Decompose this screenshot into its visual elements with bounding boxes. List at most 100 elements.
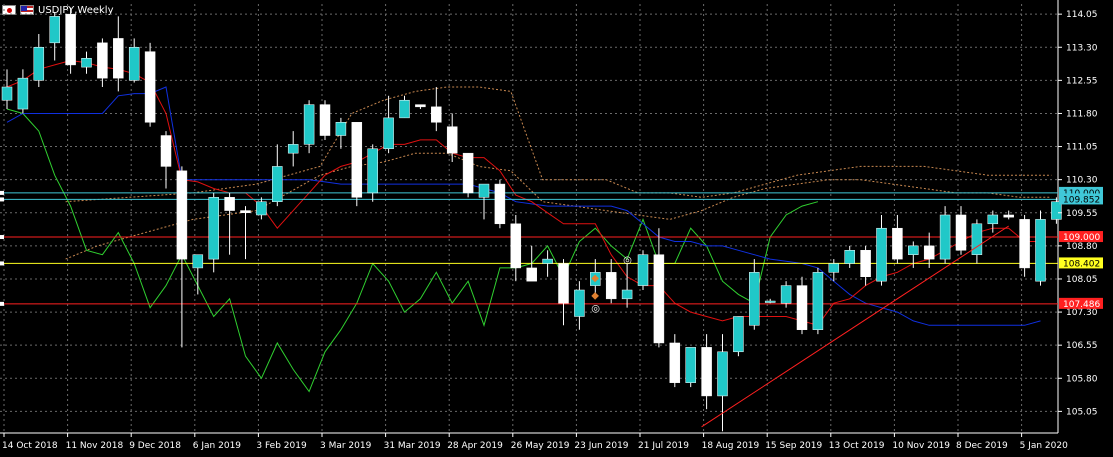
- candle-body: [955, 214, 967, 251]
- time-tick-label: 14 Oct 2018: [2, 441, 58, 451]
- trend-line: [701, 225, 1009, 428]
- price-tick-label: 114.05: [1066, 10, 1098, 20]
- level-anchor: [0, 190, 4, 195]
- signal-marker: ◎: [591, 304, 600, 315]
- candlestick-chart[interactable]: ◆ ◆ ◎ ◎ 114.05 113.30 112.55 111.80 111.05 110.3…: [0, 0, 1113, 457]
- candle-body: [81, 58, 92, 68]
- candle-body: [431, 106, 442, 123]
- price-tick-label: 110.30: [1066, 176, 1098, 186]
- signal-marker: ◆: [591, 290, 599, 301]
- candle-body: [860, 250, 871, 278]
- candle-body: [1, 86, 13, 101]
- signal-marker: ◆: [591, 273, 599, 284]
- candle-body: [176, 170, 188, 260]
- time-tick-label: 8 Dec 2019: [956, 441, 1008, 451]
- time-axis: 14 Oct 2018 11 Nov 2018 9 Dec 2018 6 Jan 20…: [2, 433, 1068, 451]
- time-tick-label: 5 Jan 2020: [1020, 441, 1068, 451]
- candle-body: [192, 254, 204, 269]
- candle-body: [128, 47, 140, 81]
- candle-body: [160, 135, 172, 167]
- time-tick-label: 10 Nov 2019: [892, 441, 950, 451]
- candle-body: [939, 214, 951, 260]
- candle-body: [494, 183, 506, 225]
- level-price-label: 109.000: [1063, 233, 1100, 243]
- time-tick-label: 15 Sep 2019: [765, 441, 822, 451]
- candle-body: [621, 289, 633, 300]
- level-anchor: [0, 301, 4, 306]
- candle-body: [892, 227, 903, 260]
- candle-body: [1019, 219, 1030, 269]
- candle-body: [733, 316, 744, 353]
- candle-body: [399, 99, 410, 119]
- candle-body: [844, 250, 855, 264]
- time-tick-label: 13 Oct 2019: [829, 441, 885, 451]
- senkou-span-b: [65, 86, 1052, 203]
- candle-body: [1035, 219, 1046, 282]
- level-price-label: 107.486: [1063, 300, 1100, 310]
- candle-body: [33, 47, 45, 81]
- candle-body: [971, 223, 983, 255]
- candle-body: [113, 38, 124, 79]
- candles: [1, 7, 1062, 432]
- candle-body: [446, 126, 458, 154]
- candle-body: [749, 272, 760, 326]
- candle-body: [764, 300, 776, 303]
- time-tick-label: 31 Mar 2019: [384, 441, 441, 451]
- price-tick-label: 112.55: [1066, 76, 1098, 86]
- candle-body: [303, 104, 315, 145]
- time-tick-label: 3 Feb 2019: [256, 441, 307, 451]
- candle-body: [558, 263, 569, 304]
- trend-lines: [701, 225, 1009, 428]
- price-tick-label: 113.30: [1066, 43, 1098, 53]
- time-tick-label: 3 Mar 2019: [320, 441, 372, 451]
- candle-body: [701, 347, 712, 397]
- signal-marker: ◎: [623, 255, 632, 266]
- candle-body: [319, 104, 331, 136]
- candle-body: [49, 16, 60, 44]
- time-tick-label: 23 Jun 2019: [574, 441, 628, 451]
- time-tick-label: 26 May 2019: [511, 441, 570, 451]
- candle-body: [272, 166, 283, 202]
- price-tick-label: 106.55: [1066, 341, 1098, 351]
- candle-body: [256, 201, 267, 216]
- price-tick-label: 111.80: [1066, 109, 1098, 119]
- candle-body: [415, 104, 426, 108]
- candle-body: [17, 77, 29, 110]
- price-tick-label: 108.05: [1066, 275, 1098, 285]
- candle-body: [383, 117, 394, 150]
- candle-body: [478, 183, 490, 198]
- time-tick-label: 6 Jan 2019: [193, 441, 241, 451]
- candle-body: [812, 272, 824, 330]
- time-tick-label: 21 Jul 2019: [638, 441, 689, 451]
- candle-body: [144, 51, 156, 123]
- candle-body: [1003, 214, 1014, 218]
- candle-body: [574, 289, 585, 317]
- candle-body: [208, 197, 219, 260]
- candle-body: [717, 351, 728, 397]
- price-tick-label: 111.05: [1066, 143, 1098, 153]
- price-tick-label: 105.05: [1066, 407, 1098, 417]
- price-axis: 114.05 113.30 112.55 111.80 111.05 110.30 109.…: [1058, 10, 1103, 417]
- time-tick-label: 28 Apr 2019: [447, 441, 503, 451]
- time-tick-label: 18 Aug 2019: [702, 441, 760, 451]
- candle-body: [224, 197, 235, 211]
- candle-body: [526, 267, 537, 282]
- candle-body: [462, 152, 474, 194]
- candle-body: [669, 342, 681, 383]
- candle-body: [876, 227, 887, 282]
- candle-body: [908, 245, 919, 255]
- price-tick-label: 109.55: [1066, 209, 1098, 219]
- level-anchor: [0, 235, 4, 240]
- candle-body: [542, 258, 553, 264]
- candle-body: [335, 122, 347, 136]
- level-price-label: 109.852: [1063, 195, 1100, 205]
- candle-body: [287, 144, 299, 154]
- time-tick-label: 9 Dec 2018: [129, 441, 181, 451]
- candle-body: [828, 263, 840, 273]
- candle-body: [923, 245, 935, 260]
- price-tick-label: 105.80: [1066, 374, 1098, 384]
- level-anchor: [0, 261, 4, 266]
- candle-body: [653, 254, 665, 344]
- candle-body: [65, 13, 76, 66]
- price-tick-label: 108.80: [1066, 242, 1098, 252]
